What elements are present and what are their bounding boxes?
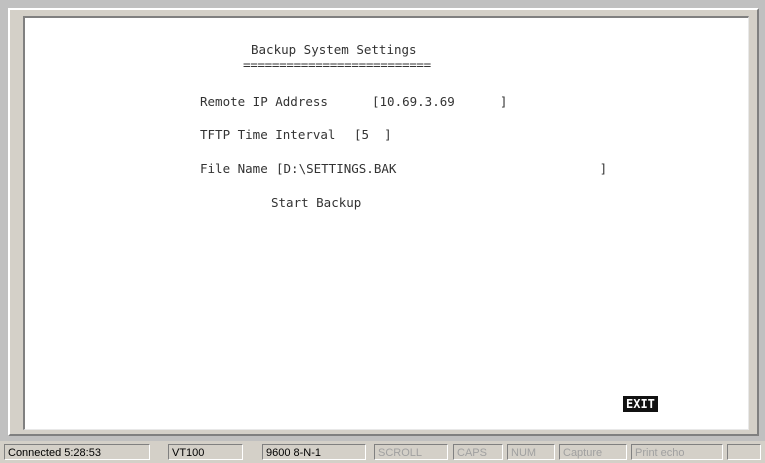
terminal-window-frame: Backup System Settings =================… [8, 8, 759, 436]
file-name-label: File Name [200, 161, 268, 176]
status-connected: Connected 5:28:53 [4, 444, 150, 460]
tftp-interval-label: TFTP Time Interval [200, 127, 336, 142]
exit-button[interactable]: EXIT [623, 396, 658, 412]
status-caps: CAPS [453, 444, 503, 460]
file-name-field[interactable]: [D:\SETTINGS.BAK ] [276, 161, 607, 176]
status-port-settings: 9600 8-N-1 [262, 444, 366, 460]
status-empty-pane [727, 444, 761, 460]
status-num: NUM [507, 444, 555, 460]
page-title: Backup System Settings [251, 42, 417, 57]
status-emulation: VT100 [168, 444, 243, 460]
terminal-screen[interactable]: Backup System Settings =================… [23, 16, 749, 430]
title-underline: ========================== [243, 57, 431, 72]
status-bar: Connected 5:28:53 VT100 9600 8-N-1 SCROL… [0, 441, 765, 463]
tftp-interval-field[interactable]: [5 ] [354, 127, 392, 142]
remote-ip-label: Remote IP Address [200, 94, 328, 109]
status-capture: Capture [559, 444, 627, 460]
remote-ip-field[interactable]: [10.69.3.69 ] [372, 94, 507, 109]
status-print-echo: Print echo [631, 444, 723, 460]
start-backup-button[interactable]: Start Backup [271, 195, 361, 210]
status-scroll: SCROLL [374, 444, 448, 460]
